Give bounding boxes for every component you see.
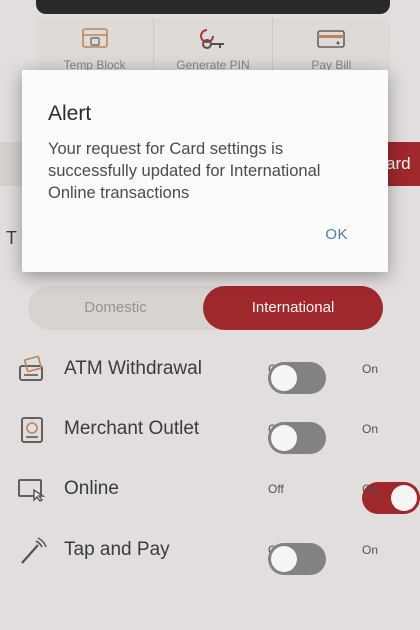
alert-message: Your request for Card settings is succes… (48, 140, 321, 202)
alert-title: Alert (48, 102, 92, 125)
alert-dialog: Alert Your request for Card settings is … (22, 70, 388, 272)
card-settings-screen: Temp Block Generate PIN Pay Bill ard T D… (0, 0, 420, 630)
ok-button[interactable]: OK (325, 226, 348, 243)
